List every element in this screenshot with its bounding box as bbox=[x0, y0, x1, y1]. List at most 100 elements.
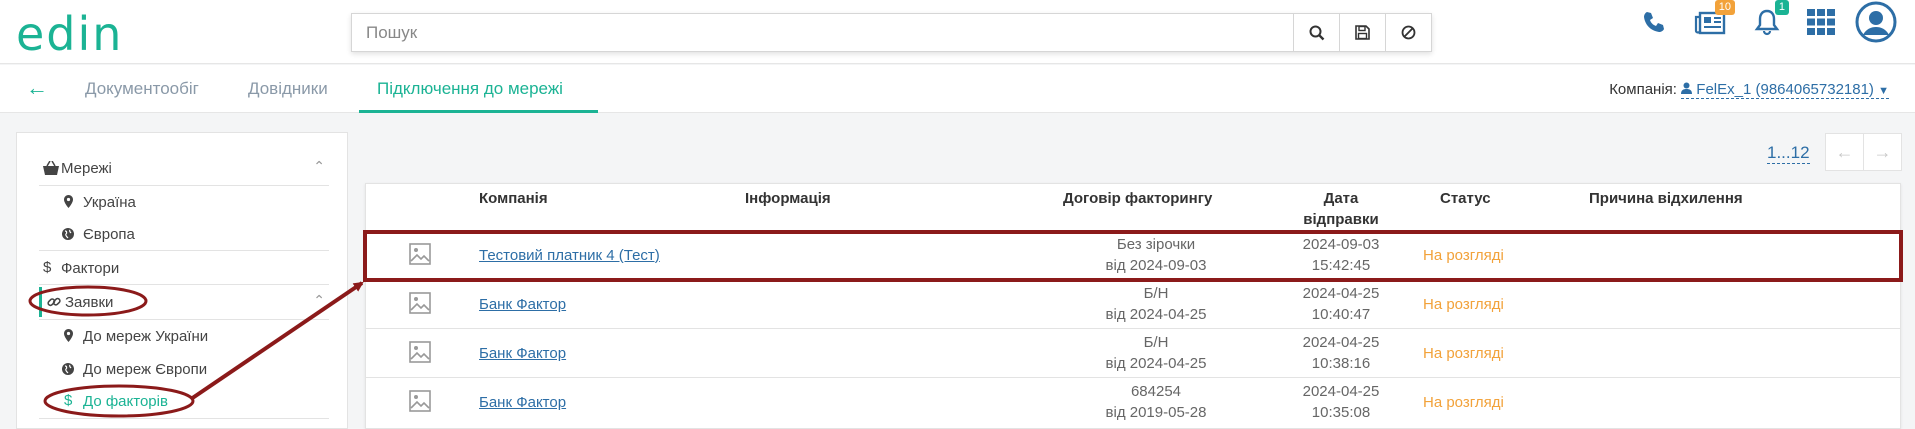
dollar-icon: $ bbox=[43, 259, 52, 276]
map-marker-icon bbox=[64, 195, 73, 212]
table-row[interactable]: Банк Фактор 684254 від 2019-05-28 2024-04… bbox=[366, 377, 1900, 426]
status-badge: На розгляді bbox=[1423, 296, 1504, 313]
notifications-badge: 1 bbox=[1774, 0, 1789, 15]
tab-network-connection[interactable]: Підключення до мережі bbox=[377, 79, 563, 99]
contract-cell: Б/Н від 2024-04-25 bbox=[1071, 332, 1241, 374]
sent-date: 2024-04-25 bbox=[1302, 383, 1380, 400]
caret-down-icon: ▼ bbox=[1878, 85, 1889, 97]
column-header-info[interactable]: Інформація bbox=[745, 188, 831, 209]
contract-cell: Б/Н від 2024-04-25 bbox=[1071, 283, 1241, 325]
tab-document-flow[interactable]: Документообіг bbox=[85, 79, 199, 99]
company-name: FelEx_1 (9864065732181) bbox=[1696, 81, 1874, 98]
company-dropdown[interactable]: FelEx_1 (9864065732181) ▼ bbox=[1681, 81, 1889, 99]
company-link[interactable]: Банк Фактор bbox=[479, 343, 566, 364]
grid-icon bbox=[1807, 9, 1835, 35]
sidebar-item-factors[interactable]: $ Фактори bbox=[17, 252, 347, 284]
sent-date-cell: 2024-04-25 10:38:16 bbox=[1291, 332, 1391, 374]
sidebar-item-ukraine[interactable]: Україна bbox=[17, 186, 347, 218]
column-header-date-line1: Дата bbox=[1323, 190, 1359, 207]
arrow-left-icon: ← bbox=[1835, 141, 1854, 162]
ban-icon bbox=[1401, 25, 1416, 40]
sidebar-item-europe[interactable]: Європа bbox=[17, 218, 347, 250]
sidebar-item-to-ukraine-networks[interactable]: До мереж України bbox=[17, 320, 347, 352]
link-icon bbox=[47, 295, 61, 313]
prev-page-button[interactable]: ← bbox=[1825, 133, 1864, 171]
sidebar-item-to-factors[interactable]: $ До факторів bbox=[17, 385, 347, 417]
sent-date-cell: 2024-04-25 10:40:47 bbox=[1291, 283, 1391, 325]
sidebar-item-requests[interactable]: Заявки ⌃ bbox=[17, 286, 347, 318]
company-selector[interactable]: Компанія: FelEx_1 (9864065732181) ▼ bbox=[1609, 81, 1889, 99]
sidebar-item-to-europe-networks[interactable]: До мереж Європи bbox=[17, 353, 347, 385]
sidebar-item-networks[interactable]: Мережі ⌃ bbox=[17, 152, 347, 184]
contract-cell: 684254 від 2019-05-28 bbox=[1071, 381, 1241, 423]
notifications-button[interactable]: 1 bbox=[1749, 0, 1789, 44]
documents-button[interactable]: 10 bbox=[1691, 0, 1735, 44]
apps-button[interactable] bbox=[1805, 0, 1837, 44]
sidebar-label-networks: Мережі bbox=[61, 160, 112, 177]
column-header-date[interactable]: Дата відправки bbox=[1291, 188, 1391, 230]
next-page-button[interactable]: → bbox=[1863, 133, 1902, 171]
company-label: Компанія: bbox=[1609, 81, 1677, 98]
active-tab-indicator bbox=[359, 110, 598, 113]
column-header-contract[interactable]: Договір факторингу bbox=[1063, 188, 1212, 209]
chevron-up-icon[interactable]: ⌃ bbox=[313, 158, 325, 175]
sent-time: 10:38:16 bbox=[1311, 355, 1371, 372]
phone-icon bbox=[1644, 12, 1664, 32]
sidebar-label-ukraine: Україна bbox=[83, 194, 136, 211]
search-button[interactable] bbox=[1293, 14, 1339, 51]
clear-search-button[interactable] bbox=[1385, 14, 1431, 51]
column-header-status[interactable]: Статус bbox=[1440, 188, 1491, 209]
map-marker-icon bbox=[64, 329, 73, 346]
contract-date: від 2019-05-28 bbox=[1105, 404, 1207, 421]
company-link[interactable]: Банк Фактор bbox=[479, 392, 566, 413]
company-link[interactable]: Банк Фактор bbox=[479, 294, 566, 315]
page-range-link[interactable]: 1...12 bbox=[1767, 143, 1810, 164]
search-bar bbox=[351, 13, 1432, 52]
dollar-icon: $ bbox=[64, 392, 73, 409]
sent-date-cell: 2024-04-25 10:35:08 bbox=[1291, 381, 1391, 423]
search-input[interactable] bbox=[352, 14, 1293, 51]
sidebar-label-to-europe: До мереж Європи bbox=[83, 361, 208, 378]
top-bar: edin 10 1 bbox=[0, 0, 1915, 64]
contract-number: Без зірочки bbox=[1116, 236, 1196, 253]
sent-date-cell: 2024-09-03 15:42:45 bbox=[1291, 234, 1391, 276]
sidebar-label-requests: Заявки bbox=[65, 294, 114, 311]
table-row[interactable]: Банк Фактор Б/Н від 2024-04-25 2024-04-25… bbox=[366, 279, 1900, 328]
contract-number: 684254 bbox=[1130, 383, 1182, 400]
contract-number: Б/Н bbox=[1143, 285, 1169, 302]
sent-date: 2024-04-25 bbox=[1302, 285, 1380, 302]
globe-icon bbox=[62, 227, 74, 244]
column-header-reason[interactable]: Причина відхилення bbox=[1589, 188, 1743, 209]
sidebar-label-europe: Європа bbox=[83, 226, 135, 243]
company-link[interactable]: Тестовий платник 4 (Тест) bbox=[479, 245, 660, 266]
phone-button[interactable] bbox=[1637, 0, 1671, 44]
basket-icon bbox=[43, 160, 59, 179]
contract-date: від 2024-09-03 bbox=[1105, 257, 1207, 274]
table-row[interactable]: Банк Фактор Б/Н від 2024-04-25 2024-04-25… bbox=[366, 328, 1900, 377]
chevron-up-icon[interactable]: ⌃ bbox=[313, 292, 325, 309]
column-header-date-line2: відправки bbox=[1303, 211, 1379, 228]
divider bbox=[39, 284, 329, 285]
user-circle-icon bbox=[1855, 1, 1897, 43]
sent-time: 10:40:47 bbox=[1311, 306, 1371, 323]
divider bbox=[39, 250, 329, 251]
sidebar: Мережі ⌃ Україна Європа $ Фактори Заявки… bbox=[16, 132, 348, 429]
back-arrow-icon[interactable]: ← bbox=[26, 75, 48, 101]
sent-date: 2024-04-25 bbox=[1302, 334, 1380, 351]
sidebar-label-to-factors: До факторів bbox=[83, 393, 168, 410]
contract-date: від 2024-04-25 bbox=[1105, 306, 1207, 323]
nav-bar: ← Документообіг Довідники Підключення до… bbox=[0, 65, 1915, 113]
tab-directories[interactable]: Довідники bbox=[248, 79, 328, 99]
column-header-company[interactable]: Компанія bbox=[479, 188, 548, 209]
image-placeholder-icon bbox=[409, 243, 431, 265]
user-icon bbox=[1681, 82, 1693, 94]
save-search-button[interactable] bbox=[1339, 14, 1385, 51]
sent-time: 10:35:08 bbox=[1311, 404, 1371, 421]
status-badge: На розгляді bbox=[1423, 394, 1504, 411]
sidebar-label-factors: Фактори bbox=[61, 260, 120, 277]
table-row[interactable]: Тестовий платник 4 (Тест) Без зірочки від… bbox=[366, 230, 1900, 279]
floppy-disk-icon bbox=[1355, 25, 1370, 40]
user-avatar[interactable] bbox=[1854, 0, 1898, 44]
status-badge: На розгляді bbox=[1423, 247, 1504, 264]
edin-logo[interactable]: edin bbox=[16, 11, 123, 57]
